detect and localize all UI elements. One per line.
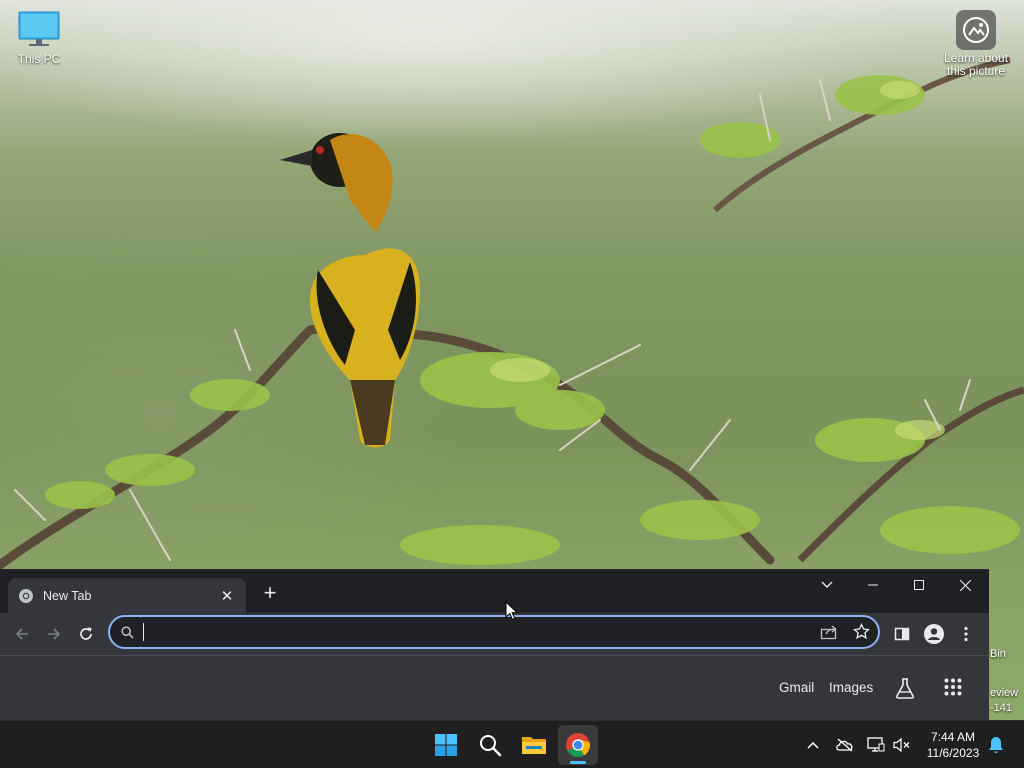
side-panel-button[interactable] [887,619,917,649]
chrome-favicon-icon [19,588,33,603]
taskbar: 7:44 AM 11/6/2023 [0,720,1024,768]
close-icon [959,579,971,591]
weaver-bird [280,133,420,448]
apps-grid-icon [944,678,962,696]
reload-button[interactable] [71,619,101,649]
browser-toolbar [0,613,989,655]
bell-icon [989,737,1003,753]
clock-time: 7:44 AM [930,730,976,744]
google-apps-button[interactable] [944,678,962,701]
flask-icon [896,678,914,699]
chevron-down-icon [821,581,833,588]
tab-title: New Tab [43,588,92,603]
this-pc-label: This PC [17,52,61,66]
chrome-labs-button[interactable] [893,676,917,705]
chrome-window: New Tab ✕ + Gmail Images [0,569,989,721]
close-tab-icon[interactable]: ✕ [218,587,236,605]
gmail-link[interactable]: Gmail [779,680,814,695]
preview-partial-label: eview [990,687,1019,699]
this-pc-desktop-icon[interactable]: This PC [6,10,72,66]
maximize-icon [914,580,924,590]
tab-strip: New Tab ✕ + [0,570,989,613]
search-icon [121,626,134,639]
windows-start-icon [435,734,457,756]
learn-about-picture-icon[interactable]: Learn about this picture [938,10,1014,78]
arrow-left-icon [15,628,28,640]
cloud-offline-icon [836,738,853,752]
active-indicator [570,761,586,764]
network-icon [867,737,885,752]
share-icon [820,625,837,640]
build-partial-label: -141 [990,702,1013,714]
start-button[interactable] [426,725,466,765]
chrome-icon [566,733,591,758]
camera-circle-icon [956,10,996,50]
learn-about-picture-label: Learn about this picture [943,51,1009,78]
side-panel-icon [894,627,910,641]
omnibox[interactable] [108,615,880,649]
mouse-cursor-icon [505,601,519,621]
taskbar-search-button[interactable] [470,725,510,765]
profile-avatar-icon [924,624,944,644]
recycle-bin-partial-label: Bin [990,648,1006,660]
show-hidden-icons-button[interactable] [803,735,823,755]
clock-date: 11/6/2023 [926,746,980,760]
profile-button[interactable] [919,619,949,649]
share-button[interactable] [820,624,838,645]
more-vertical-icon [964,626,968,642]
new-tab-page: Gmail Images [0,655,989,721]
arrow-right-icon [48,628,61,640]
volume-muted-icon [893,737,910,753]
notifications-button[interactable] [986,735,1006,755]
search-icon [480,735,502,757]
system-clock[interactable]: 7:44 AM 11/6/2023 [920,729,986,761]
volume-tray-button[interactable] [892,735,912,755]
minimize-icon [868,584,878,586]
chevron-up-icon [807,741,819,749]
close-window-button[interactable] [942,570,988,600]
back-button[interactable] [7,619,37,649]
forward-button[interactable] [39,619,69,649]
monitor-icon [18,11,60,46]
bookmark-star-button[interactable] [853,622,870,645]
tab-search-button[interactable] [804,570,850,600]
onedrive-tray-button[interactable] [835,735,855,755]
star-icon [853,622,870,640]
file-explorer-icon [522,737,546,754]
chrome-taskbar-button[interactable] [558,725,598,765]
network-tray-button[interactable] [866,735,886,755]
address-input[interactable] [142,623,802,643]
maximize-button[interactable] [896,570,942,600]
minimize-button[interactable] [850,570,896,600]
text-caret [143,623,144,641]
chrome-menu-button[interactable] [951,619,981,649]
file-explorer-button[interactable] [514,725,554,765]
tab-new-tab[interactable]: New Tab ✕ [8,578,246,613]
new-tab-button[interactable]: + [257,581,283,607]
reload-icon [80,627,92,640]
images-link[interactable]: Images [829,680,873,695]
